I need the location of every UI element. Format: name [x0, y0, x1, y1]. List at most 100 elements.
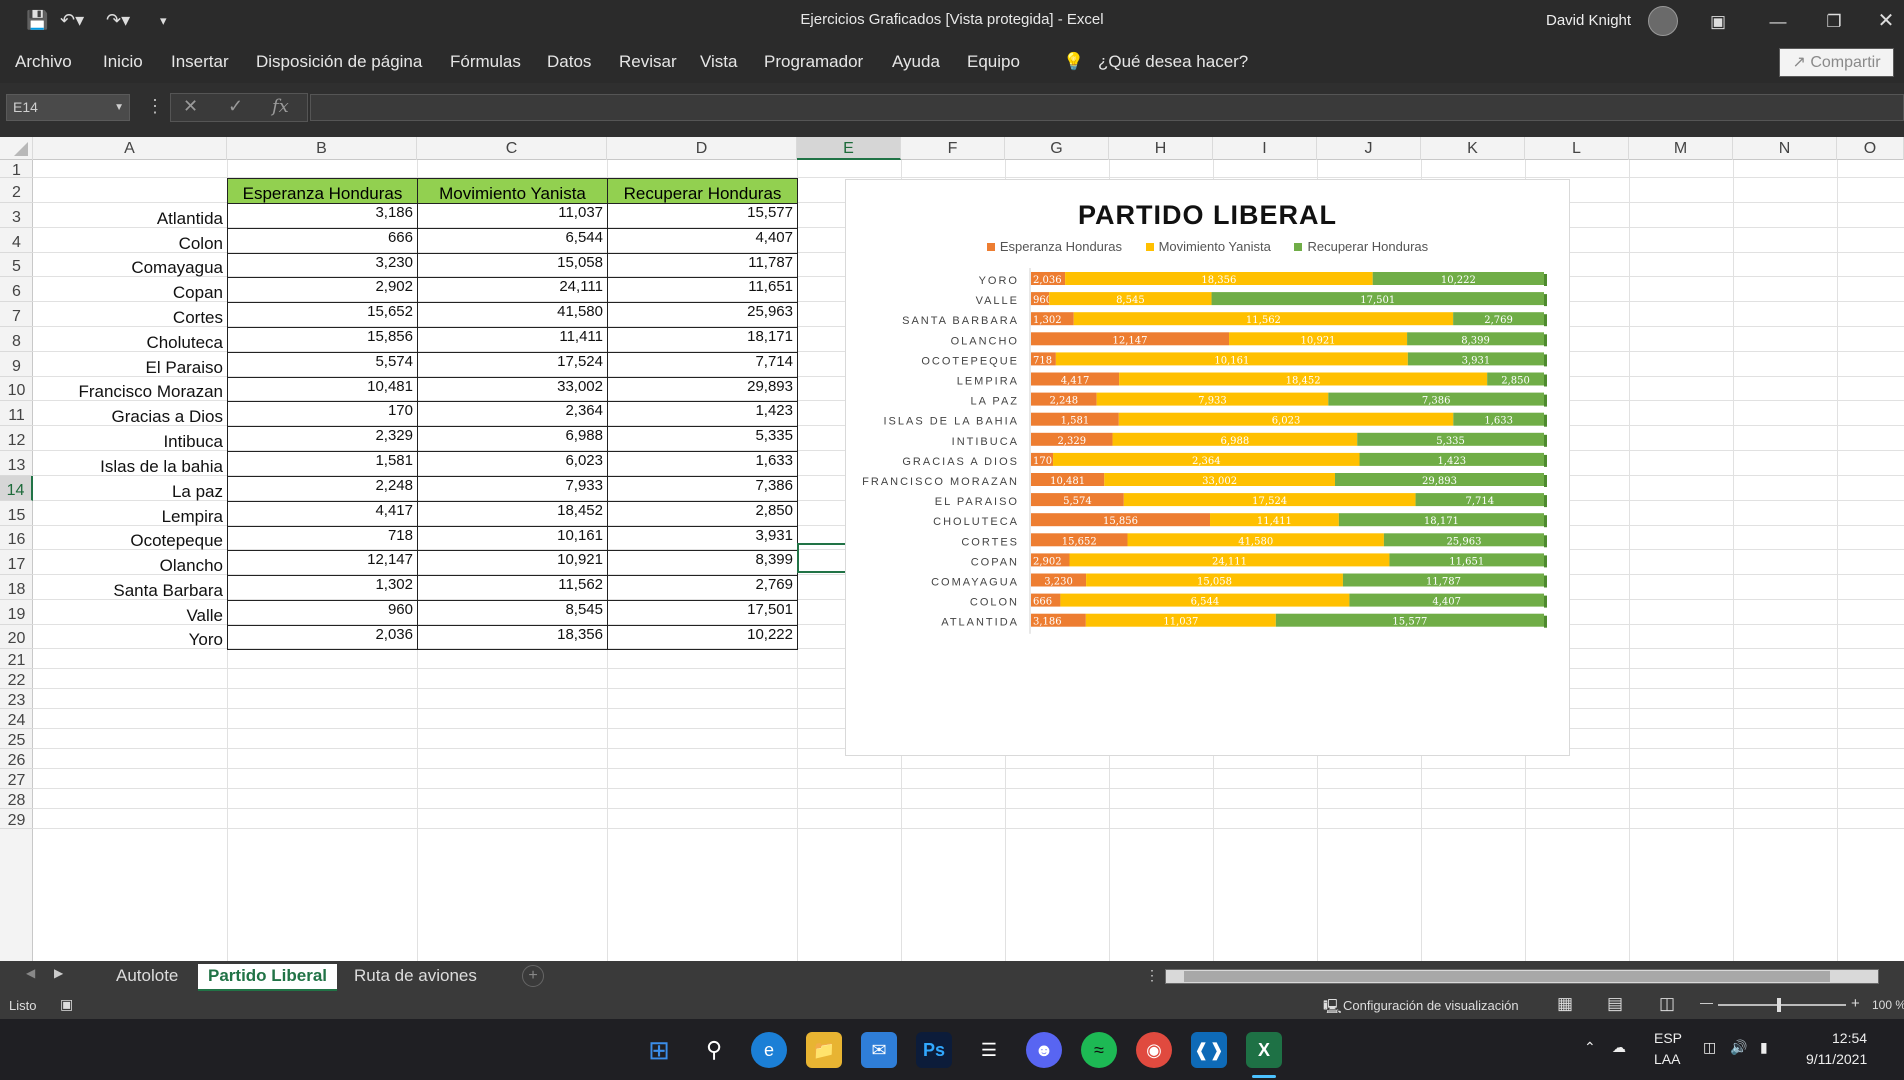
table-cell[interactable]: 6,544	[417, 228, 607, 253]
table-row-label[interactable]: Valle	[33, 600, 227, 625]
tab-inicio[interactable]: Inicio	[103, 52, 143, 72]
table-cell[interactable]: 4,407	[607, 228, 797, 253]
table-cell[interactable]: 170	[227, 401, 417, 426]
row-header-28[interactable]: 28	[0, 789, 33, 809]
table-cell[interactable]: 8,545	[417, 600, 607, 625]
tab-equipo[interactable]: Equipo	[967, 52, 1020, 72]
col-header-o[interactable]: O	[1837, 137, 1904, 160]
table-row-label[interactable]: La paz	[33, 476, 227, 501]
edge-icon[interactable]: e	[751, 1032, 787, 1068]
worksheet-grid[interactable]: A B C D E F G H I J K L M N O 1234567891…	[0, 137, 1904, 961]
row-header-12[interactable]: 12	[0, 426, 33, 451]
table-cell[interactable]: 7,714	[607, 352, 797, 377]
normal-view-icon[interactable]: ▦	[1557, 994, 1573, 1014]
zoom-thumb[interactable]	[1777, 998, 1781, 1012]
row-header-19[interactable]: 19	[0, 600, 33, 625]
tab-disposicion[interactable]: Disposición de página	[256, 52, 422, 72]
chrome-icon[interactable]: ◉	[1136, 1032, 1172, 1068]
row-header-27[interactable]: 27	[0, 769, 33, 789]
table-cell[interactable]: 10,921	[417, 550, 607, 575]
table-row-label[interactable]: El Paraiso	[33, 352, 227, 377]
row-header-8[interactable]: 8	[0, 327, 33, 352]
row-header-4[interactable]: 4	[0, 228, 33, 253]
col-header-l[interactable]: L	[1525, 137, 1629, 160]
table-cell[interactable]: 18,356	[417, 625, 607, 649]
chevron-down-icon[interactable]: ▼	[114, 95, 124, 120]
user-name[interactable]: David Knight	[1546, 12, 1631, 29]
scroll-left-icon[interactable]: ◀	[26, 966, 35, 980]
table-cell[interactable]: 3,230	[227, 253, 417, 277]
table-cell[interactable]: 18,171	[607, 327, 797, 352]
col-header-j[interactable]: J	[1317, 137, 1421, 160]
battery-icon[interactable]: ▮	[1760, 1039, 1768, 1056]
restore-icon[interactable]: ❐	[1806, 0, 1862, 43]
sheet-tab-autolote[interactable]: Autolote	[106, 964, 188, 991]
table-cell[interactable]: 5,574	[227, 352, 417, 377]
page-layout-icon[interactable]: ▤	[1607, 994, 1623, 1014]
table-cell[interactable]: 1,423	[607, 401, 797, 426]
tab-revisar[interactable]: Revisar	[619, 52, 677, 72]
row-header-24[interactable]: 24	[0, 709, 33, 729]
table-cell[interactable]: 718	[227, 526, 417, 550]
zoom-slider[interactable]	[1718, 1004, 1846, 1006]
table-cell[interactable]: 11,787	[607, 253, 797, 277]
sheet-tab-ruta-de-aviones[interactable]: Ruta de aviones	[344, 964, 487, 991]
col-header-c[interactable]: C	[417, 137, 607, 160]
excel-icon[interactable]: X	[1246, 1032, 1282, 1068]
table-cell[interactable]: 10,222	[607, 625, 797, 649]
col-header-h[interactable]: H	[1109, 137, 1213, 160]
table-cell[interactable]: 3,186	[227, 203, 417, 228]
table-cell[interactable]: 11,562	[417, 575, 607, 600]
row-header-15[interactable]: 15	[0, 501, 33, 526]
table-cell[interactable]: 15,577	[607, 203, 797, 228]
col-header-m[interactable]: M	[1629, 137, 1733, 160]
table-row-label[interactable]: Islas de la bahia	[33, 451, 227, 476]
table-cell[interactable]: 29,893	[607, 377, 797, 401]
row-header-20[interactable]: 20	[0, 625, 33, 649]
onedrive-icon[interactable]: ☁	[1612, 1039, 1626, 1056]
table-cell[interactable]: 2,769	[607, 575, 797, 600]
row-header-25[interactable]: 25	[0, 729, 33, 749]
table-row-label[interactable]: Yoro	[33, 625, 227, 649]
close-icon[interactable]: ✕	[1858, 0, 1904, 43]
table-header[interactable]: Recuperar Honduras	[607, 178, 798, 204]
table-cell[interactable]: 3,931	[607, 526, 797, 550]
sheet-tab-partido-liberal[interactable]: Partido Liberal	[198, 964, 338, 991]
table-row-label[interactable]: Santa Barbara	[33, 575, 227, 600]
table-cell[interactable]: 5,335	[607, 426, 797, 451]
table-cell[interactable]: 15,856	[227, 327, 417, 352]
col-header-b[interactable]: B	[227, 137, 417, 160]
chart-partido-liberal[interactable]: YORO 2,036 18,356 10,222 VALLE 960 8,545 17,501…	[845, 179, 1570, 756]
row-header-6[interactable]: 6	[0, 277, 33, 302]
tab-archivo[interactable]: Archivo	[15, 52, 72, 72]
table-cell[interactable]: 960	[227, 600, 417, 625]
tell-me-search[interactable]: ¿Qué desea hacer?	[1098, 52, 1248, 72]
row-header-23[interactable]: 23	[0, 689, 33, 709]
display-settings-icon[interactable]: 🖳	[1323, 996, 1342, 1020]
col-header-e[interactable]: E	[797, 137, 901, 160]
table-cell[interactable]: 24,111	[417, 277, 607, 302]
row-header-26[interactable]: 26	[0, 749, 33, 769]
row-header-16[interactable]: 16	[0, 526, 33, 550]
row-header-1[interactable]: 1	[0, 160, 33, 179]
table-cell[interactable]: 6,023	[417, 451, 607, 476]
clock-date[interactable]: 9/11/2021	[1806, 1051, 1867, 1067]
row-header-11[interactable]: 11	[0, 401, 33, 426]
row-header-22[interactable]: 22	[0, 669, 33, 689]
table-cell[interactable]: 2,364	[417, 401, 607, 426]
table-cell[interactable]: 15,058	[417, 253, 607, 277]
row-header-9[interactable]: 9	[0, 352, 33, 377]
tab-datos[interactable]: Datos	[547, 52, 591, 72]
table-cell[interactable]: 1,302	[227, 575, 417, 600]
volume-icon[interactable]: 🔊	[1730, 1039, 1747, 1056]
table-row-label[interactable]: Francisco Morazan	[33, 377, 227, 401]
avatar[interactable]	[1648, 6, 1678, 36]
table-cell[interactable]: 10,161	[417, 526, 607, 550]
table-row-label[interactable]: Comayagua	[33, 253, 227, 277]
row-header-10[interactable]: 10	[0, 377, 33, 401]
row-header-13[interactable]: 13	[0, 451, 33, 476]
table-row-label[interactable]: Intibuca	[33, 426, 227, 451]
cancel-icon[interactable]: ✕	[183, 96, 198, 117]
row-header-29[interactable]: 29	[0, 809, 33, 829]
zoom-level[interactable]: 100 %	[1872, 998, 1904, 1012]
